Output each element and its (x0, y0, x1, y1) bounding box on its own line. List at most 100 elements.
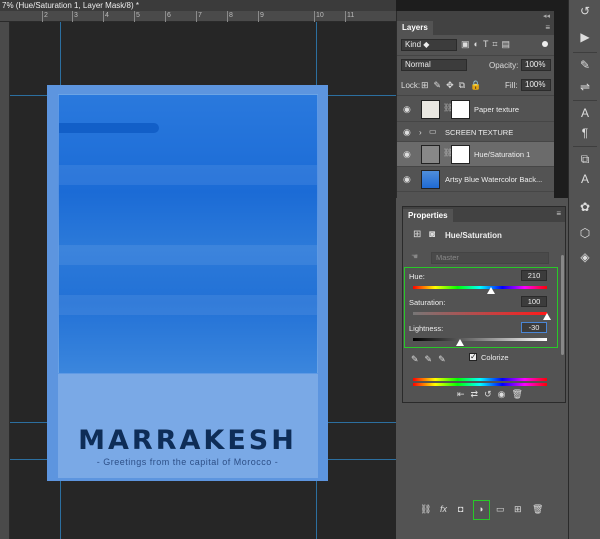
mask-thumbnail (451, 100, 470, 119)
divider (573, 146, 597, 147)
properties-footer-icons[interactable]: ⇤⇄↺◉🗑 (457, 389, 529, 400)
lock-label: Lock: (401, 81, 421, 90)
preset-select[interactable]: Master (431, 252, 549, 264)
poster-subtitle: - Greetings from the capital of Morocco … (96, 457, 279, 467)
layer-row[interactable]: ◉ ⛓ Paper texture (397, 97, 554, 122)
scrollbar[interactable] (561, 255, 564, 355)
panel-menu-icon[interactable]: ≡ (545, 23, 550, 32)
ruler-mark: 6 (167, 12, 171, 19)
lock-icons[interactable]: ⊞✎✥⧉🔒 (421, 80, 486, 91)
fill-input[interactable]: 100% (521, 79, 551, 91)
lightness-label: Lightness: (409, 324, 444, 333)
vertical-ruler (0, 22, 10, 539)
color-spectrum-bar (413, 378, 547, 381)
panel-area (396, 404, 568, 500)
layer-row[interactable]: ◉ Artsy Blue Watercolor Back... (397, 167, 554, 192)
watercolor-wash (59, 165, 317, 185)
ruler-mark: 8 (229, 12, 233, 19)
ruler-mark: 11 (347, 12, 355, 19)
divider (573, 100, 597, 101)
layers-icon[interactable]: ◈ (577, 250, 593, 264)
folder-icon: ▭ (429, 127, 437, 136)
history-icon[interactable]: ↺ (577, 4, 593, 18)
ruler-mark: 7 (198, 12, 202, 19)
ruler-mark: 9 (260, 12, 264, 19)
layer-name: Artsy Blue Watercolor Back... (445, 175, 543, 184)
saturation-slider-thumb[interactable] (543, 313, 551, 320)
layer-row[interactable]: ◉ ⛓ Hue/Saturation 1 (397, 142, 554, 167)
divider (573, 52, 597, 53)
eye-icon[interactable]: ◉ (403, 174, 411, 185)
trash-icon[interactable]: 🗑 (532, 504, 543, 515)
eyedropper-icons[interactable]: ✎✎✎ (411, 354, 452, 365)
divider (397, 55, 554, 56)
new-group-icon[interactable]: ▭ (496, 504, 505, 515)
layer-name: Paper texture (474, 105, 520, 114)
hue-slider-thumb[interactable] (487, 287, 496, 294)
poster-title: MARRAKESH (78, 425, 297, 456)
ruler-mark: 5 (136, 12, 140, 19)
hand-icon[interactable]: ☚ (411, 252, 418, 261)
tab-layers[interactable]: Layers (397, 21, 433, 35)
colorize-checkbox[interactable]: ✓ (469, 352, 477, 361)
ruler-mark: 2 (44, 12, 48, 19)
ruler-mark: 10 (316, 12, 324, 19)
link-layers-icon[interactable]: ⛓ (420, 504, 431, 515)
fill-label: Fill: (505, 81, 518, 90)
sliders-icon[interactable]: ⇌ (577, 80, 593, 94)
filter-icons[interactable]: ▣◐T⌗▤ (461, 39, 514, 50)
paragraph-icon[interactable]: ¶ (577, 126, 593, 140)
lightness-slider-thumb[interactable] (455, 339, 464, 346)
lightness-input[interactable]: -30 (521, 322, 547, 333)
layers-panel: ◂◂ Layers ≡ Kind ◆ ▣◐T⌗▤ Normal Opacity:… (396, 11, 554, 198)
blend-mode-label: Normal (405, 60, 431, 69)
panel-tabbar: Properties ≡ (403, 207, 565, 222)
ruler-mark: 3 (74, 12, 78, 19)
filter-toggle[interactable] (542, 41, 548, 47)
adjustment-thumbnail (421, 145, 440, 164)
watercolor-wash (59, 295, 317, 315)
adjustment-title: Hue/Saturation (445, 231, 502, 240)
saturation-slider[interactable] (413, 312, 547, 315)
kind-filter-select[interactable]: Kind ◆ (401, 39, 457, 51)
properties-panel: Properties ≡ ⊞ ◙ Hue/Saturation ☚ Master… (402, 206, 566, 403)
lightness-slider[interactable] (413, 338, 547, 341)
collapse-icon[interactable]: ◂◂ (543, 12, 550, 20)
hue-input[interactable]: 210 (521, 270, 547, 281)
document-tab[interactable]: 7% (Hue/Saturation 1, Layer Mask/8) * (0, 0, 396, 11)
brush-icon[interactable]: ✎ (577, 58, 593, 72)
eye-icon[interactable]: ◉ (403, 149, 411, 160)
panel-menu-icon[interactable]: ≡ (556, 209, 561, 218)
opacity-label: Opacity: (489, 61, 519, 70)
clone-source-icon[interactable]: ⧉ (577, 152, 593, 167)
hue-slider[interactable] (413, 286, 547, 289)
play-icon[interactable]: ▶ (577, 30, 593, 44)
character-icon[interactable]: A (577, 106, 593, 120)
highlight-box (473, 500, 490, 520)
adjustment-icon: ⊞ (413, 229, 422, 240)
colorize-label: Colorize (481, 353, 509, 362)
color-spectrum-bar (413, 383, 547, 386)
opacity-input[interactable]: 100% (521, 59, 551, 71)
eye-icon[interactable]: ◉ (403, 127, 411, 138)
fx-icon[interactable]: fx (440, 504, 447, 514)
watercolor-area (58, 94, 318, 374)
layer-row[interactable]: ◉ › ▭ SCREEN TEXTURE (397, 122, 554, 142)
saturation-input[interactable]: 100 (521, 296, 547, 307)
document-canvas[interactable]: MARRAKESH - Greetings from the capital o… (10, 22, 396, 539)
3d-icon[interactable]: ⬡ (577, 226, 593, 240)
settings-icon[interactable]: ✿ (577, 200, 593, 214)
add-mask-icon[interactable]: ◘ (458, 504, 463, 514)
chevron-right-icon[interactable]: › (419, 128, 422, 137)
panel-dock: ↺ ▶ ✎ ⇌ A ¶ ⧉ A ✿ ⬡ ◈ (568, 0, 600, 539)
glyphs-icon[interactable]: A (577, 172, 593, 186)
mask-icon[interactable]: ◙ (429, 229, 435, 240)
kind-filter-label: Kind (405, 40, 422, 49)
layer-name: Hue/Saturation 1 (474, 150, 531, 159)
blend-mode-select[interactable]: Normal (401, 59, 467, 71)
tab-properties[interactable]: Properties (403, 209, 453, 222)
brush-stroke (59, 123, 159, 133)
panel-tabbar: ◂◂ Layers ≡ (397, 11, 554, 35)
new-layer-icon[interactable]: ⊞ (514, 504, 522, 515)
eye-icon[interactable]: ◉ (403, 104, 411, 115)
